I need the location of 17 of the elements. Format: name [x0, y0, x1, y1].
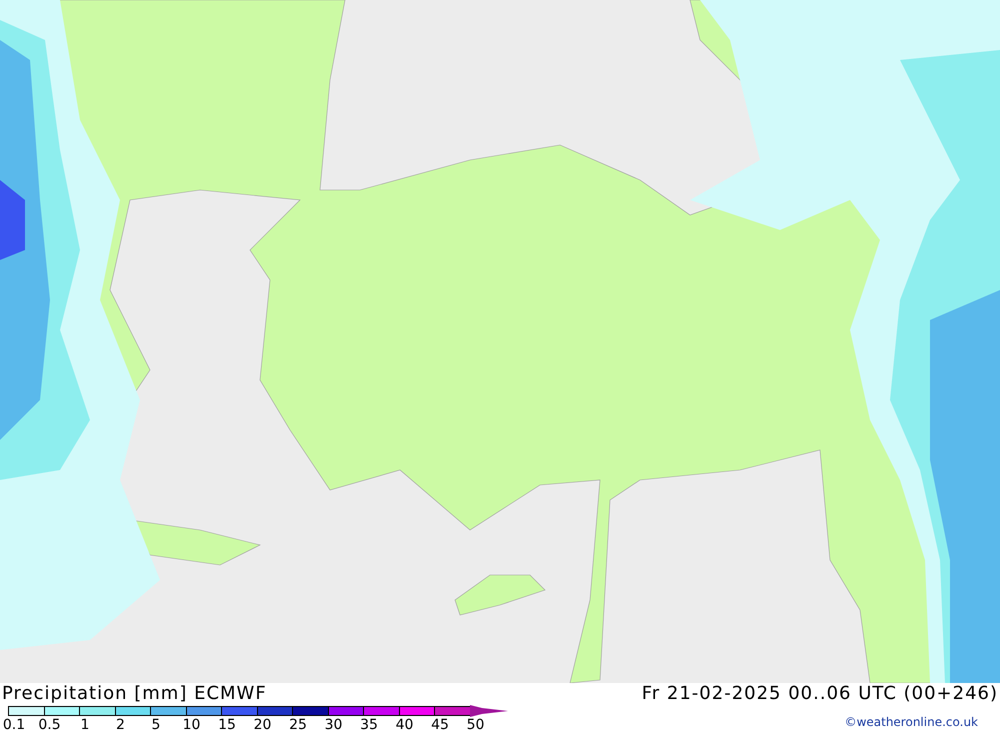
legend-label: 0.1 [2, 717, 26, 733]
legend-label: 25 [289, 717, 307, 733]
legend-label: 30 [324, 717, 342, 733]
legend-label: 50 [466, 717, 484, 733]
legend-label: 5 [152, 717, 160, 733]
legend-label: 45 [431, 717, 449, 733]
chart-title: Precipitation [mm] ECMWF [2, 683, 268, 705]
legend-label: 35 [360, 717, 378, 733]
copyright-link[interactable]: ©weatheronline.co.uk [844, 715, 978, 729]
legend-label: 0.5 [38, 717, 61, 733]
legend-label: 15 [218, 717, 236, 733]
legend-label: 20 [254, 717, 272, 733]
legend-label: 2 [116, 717, 125, 733]
valid-time: Fr 21-02-2025 00..06 UTC (00+246) [642, 683, 998, 705]
legend-label: 40 [396, 717, 414, 733]
legend-label: 1 [80, 717, 90, 733]
legend-label: 10 [182, 717, 200, 733]
